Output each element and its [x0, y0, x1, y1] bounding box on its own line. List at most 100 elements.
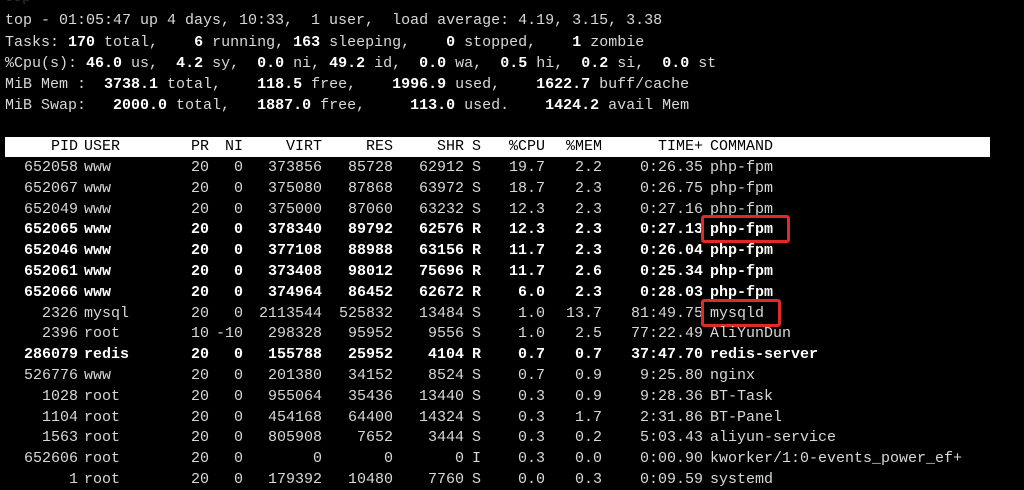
state-cell: S	[472, 200, 482, 218]
process-row[interactable]: 1563 root 20 0 805908 7652 3444 S 0.3 0.2 5:03.43 a…	[5, 427, 1005, 448]
shr-cell: 63232	[418, 200, 464, 218]
mem-cell: 2.3	[574, 283, 602, 301]
shr-cell: 14324	[418, 408, 464, 426]
col-s-header[interactable]: S	[472, 137, 481, 157]
cpu-cell: 0.7	[517, 367, 545, 384]
mem-cell: 2.3	[574, 242, 602, 260]
col-pr-header[interactable]: PR	[175, 137, 209, 157]
cpu-cell: 0.3	[517, 387, 545, 405]
time-cell: 2:31.86	[639, 408, 703, 426]
process-row[interactable]: 1104 root 20 0 454168 64400 14324 S 0.3 1.7 2:31.8…	[5, 407, 1005, 428]
res-cell: 89792	[347, 221, 393, 239]
pid-cell: 652061	[23, 263, 78, 280]
ni-cell: 0	[233, 200, 243, 218]
process-row[interactable]: 286079 redis 20 0 155788 25952 4104 R 0.7 0.7 37:4…	[5, 344, 1005, 365]
time-cell: 37:47.70	[630, 346, 703, 364]
cpu-sy: 4.2	[176, 55, 204, 72]
shr-cell: 63156	[418, 242, 464, 260]
col-ni-header[interactable]: NI	[210, 137, 243, 157]
time-cell: 0:25.34	[639, 263, 703, 280]
col-user-header[interactable]: USER	[84, 137, 120, 157]
col-command-header[interactable]: COMMAND	[710, 137, 773, 157]
state-cell: R	[472, 283, 482, 301]
pr-cell: 20	[190, 450, 209, 468]
command-cell: systemd	[710, 471, 774, 488]
col-cpu-header[interactable]: %CPU	[485, 137, 545, 157]
col-res-header[interactable]: RES	[325, 137, 393, 157]
user-cell: www	[84, 263, 112, 280]
cpu-cell: 0.0	[517, 471, 545, 488]
command-cell: php-fpm	[710, 159, 774, 176]
mem-cell: 0.2	[574, 429, 602, 447]
process-row[interactable]: 2326 mysql 20 0 2113544 525832 13484 S 1.0 13.7 81…	[5, 303, 1005, 324]
state-cell: S	[472, 179, 482, 197]
time-cell: 0:28.03	[639, 283, 703, 301]
process-row[interactable]: 652066 www 20 0 374964 86452 62672 R 6.0 2.3 0:28.…	[5, 282, 1005, 303]
res-cell: 87060	[347, 200, 393, 218]
process-row[interactable]: 652046 www 20 0 377108 88988 63156 R 11.7 2.3 0:26…	[5, 240, 1005, 261]
command-cell: php-fpm	[710, 242, 774, 260]
process-row[interactable]: 1 root 20 0 179392 10480 7760 S 0.0 0.3 0:09.59 sys…	[5, 469, 1005, 490]
process-row[interactable]: 526776 www 20 0 201380 34152 8524 S 0.7 0.9 9:25.8…	[5, 365, 1005, 386]
command-cell: nginx	[710, 367, 756, 384]
col-mem-header[interactable]: %MEM	[546, 137, 602, 157]
summary-uptime-line: top - 01:05:47 up 4 days, 10:33, 1 user,…	[5, 12, 663, 29]
pr-cell: 20	[190, 304, 209, 322]
pid-cell: 652046	[23, 242, 78, 260]
pid-cell: 2396	[41, 325, 78, 343]
shr-cell: 9556	[427, 325, 464, 343]
process-row[interactable]: 652606 root 20 0 0 0 0 I 0.3 0.0 0:00.90 kworker/1:…	[5, 448, 1005, 469]
res-cell: 25952	[347, 346, 393, 364]
summary-tasks-line: Tasks: 170 total, 6 running, 163 sleepin…	[5, 34, 645, 51]
pid-cell: 2326	[41, 304, 78, 322]
time-cell: 77:22.49	[630, 325, 703, 343]
process-row[interactable]: 652067 www 20 0 375080 87868 63972 S 18.7 2.3 0:26…	[5, 178, 1005, 199]
command-cell: kworker/1:0-events_power_ef+	[710, 450, 963, 468]
pr-cell: 20	[190, 242, 209, 260]
process-row[interactable]: 1028 root 20 0 955064 35436 13440 S 0.3 0.9 9:28.3…	[5, 386, 1005, 407]
summary-swap-line: MiB Swap: 2000.0 total, 1887.0 free, 113…	[5, 97, 690, 114]
cpu-label: %Cpu(s):	[5, 55, 78, 72]
state-cell: S	[472, 408, 482, 426]
cpu-cell: 0.3	[517, 450, 545, 468]
user-cell: root	[84, 429, 121, 447]
col-time-header[interactable]: TIME+	[605, 137, 703, 157]
state-cell: R	[472, 221, 482, 239]
col-shr-header[interactable]: SHR	[395, 137, 464, 157]
virt-cell: 375080	[267, 179, 322, 197]
res-cell: 98012	[347, 263, 393, 280]
user-cell: www	[84, 221, 112, 239]
mem-cell: 0.9	[574, 367, 602, 384]
process-row[interactable]: 652049 www 20 0 375000 87060 63232 S 12.3 2.3 0:27…	[5, 199, 1005, 220]
cpu-ni: 0.0	[257, 55, 285, 72]
command-cell: php-fpm	[710, 263, 774, 280]
pid-cell: 1563	[41, 429, 78, 447]
col-pid-header[interactable]: PID	[5, 137, 78, 157]
ni-cell: 0	[233, 429, 243, 447]
pid-cell: 652049	[23, 200, 78, 218]
user-cell: www	[84, 367, 112, 384]
process-row[interactable]: 2396 root 10 -10 298328 95952 9556 S 1.0 2.5 77:22…	[5, 323, 1005, 344]
res-cell: 34152	[347, 367, 393, 384]
time-cell: 5:03.43	[639, 429, 703, 447]
cpu-cell: 0.3	[517, 408, 545, 426]
user-cell: mysql	[84, 304, 130, 322]
terminal-window[interactable]: top top - 01:05:47 up 4 days, 10:33, 1 u…	[0, 0, 1024, 489]
shr-cell: 62576	[418, 221, 464, 239]
pr-cell: 20	[190, 263, 209, 280]
pr-cell: 20	[190, 221, 209, 239]
user-cell: root	[84, 471, 121, 488]
col-virt-header[interactable]: VIRT	[245, 137, 322, 157]
state-cell: S	[472, 387, 482, 405]
time-cell: 81:49.75	[630, 304, 703, 322]
process-row[interactable]: 652061 www 20 0 373408 98012 75696 R 11.7 2.6 0:25…	[5, 261, 1005, 282]
pid-cell: 1104	[41, 408, 78, 426]
ni-cell: 0	[233, 304, 243, 322]
ni-cell: 0	[233, 179, 243, 197]
time-cell: 0:26.04	[639, 242, 703, 260]
res-cell: 95952	[347, 325, 393, 343]
process-row[interactable]: 652058 www 20 0 373856 85728 62912 S 19.7 2.2 0:26…	[5, 157, 1005, 178]
ni-cell: 0	[233, 221, 243, 239]
swap-free: 1887.0	[257, 97, 312, 114]
process-row[interactable]: 652065 www 20 0 378340 89792 62576 R 12.3 2.3 0:27…	[5, 219, 1005, 240]
